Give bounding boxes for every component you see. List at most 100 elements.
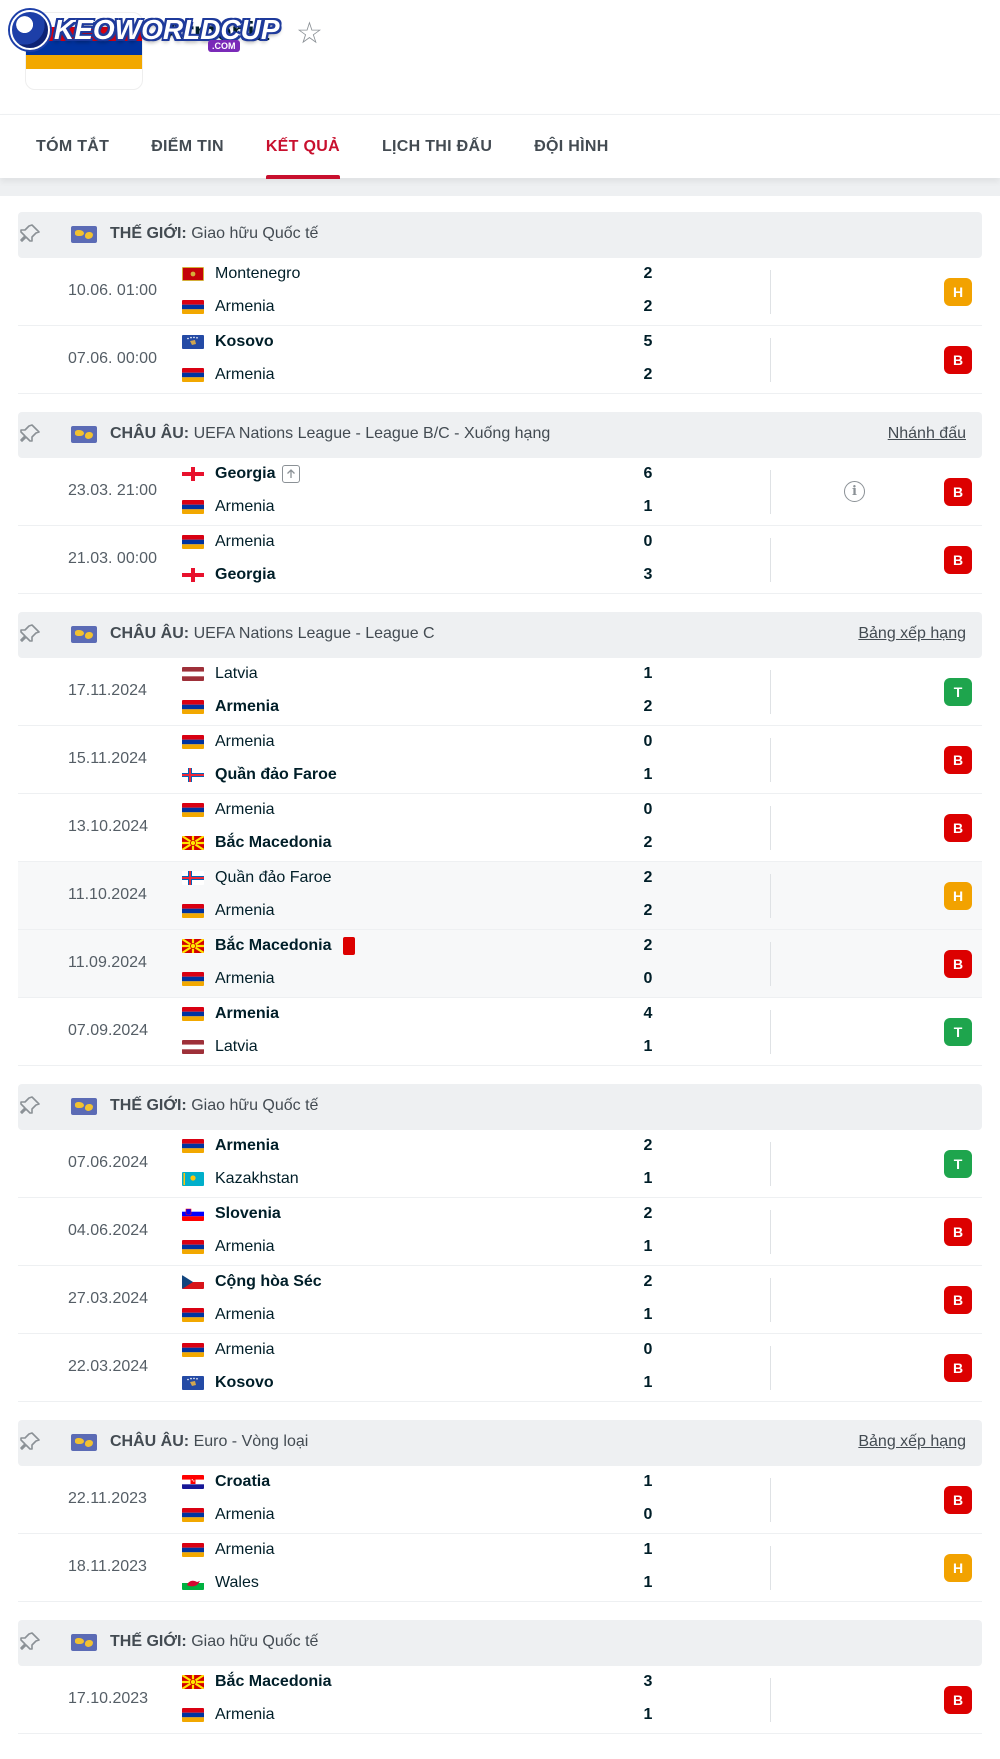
away-team-name: Kosovo: [215, 1374, 274, 1391]
away-score: 1: [643, 766, 653, 783]
advance-arrow-icon: [282, 465, 301, 483]
away-score: 1: [643, 1374, 653, 1391]
flag-icon: [182, 500, 204, 514]
league-standings-link[interactable]: Bảng xếp hạng: [858, 1433, 966, 1451]
home-team-name: Quần đảo Faroe: [215, 869, 332, 886]
home-team-name: Croatia: [215, 1473, 271, 1490]
divider: [770, 942, 771, 986]
flag-icon: [182, 667, 204, 681]
league-standings-link[interactable]: Bảng xếp hạng: [858, 625, 966, 643]
info-icon[interactable]: i: [844, 481, 865, 502]
tab-5[interactable]: ĐỘI HÌNH: [534, 115, 608, 179]
tab-4[interactable]: LỊCH THI ĐẤU: [382, 115, 492, 179]
away-team-name: Latvia: [215, 1038, 258, 1055]
away-team: Armenia: [182, 1706, 275, 1724]
match-row[interactable]: 27.03.2024 Cộng hòa Séc 2 Armenia 1 B: [18, 1266, 982, 1334]
flag-icon: [182, 300, 204, 314]
league-title[interactable]: CHÂU ÂU: UEFA Nations League - League B/…: [110, 425, 550, 443]
league-title[interactable]: CHÂU ÂU: Euro - Vòng loại: [110, 1433, 308, 1451]
league-header[interactable]: CHÂU ÂU: UEFA Nations League - League C B…: [18, 612, 982, 658]
match-date: 18.11.2023: [68, 1558, 147, 1575]
away-team-name: Wales: [215, 1574, 259, 1591]
league-title[interactable]: THẾ GIỚI: Giao hữu Quốc tế: [110, 225, 318, 243]
away-team: Georgia: [182, 566, 275, 584]
league-header[interactable]: CHÂU ÂU: UEFA Nations League - League B/…: [18, 412, 982, 458]
match-date: 07.06. 00:00: [68, 350, 157, 367]
match-row[interactable]: 15.11.2024 Armenia 0 Quần đảo Faroe 1 B: [18, 726, 982, 794]
tab-3[interactable]: KẾT QUẢ: [265, 115, 341, 179]
match-row[interactable]: 22.03.2024 Armenia 0 Kosovo 1 B: [18, 1334, 982, 1402]
pin-icon[interactable]: [18, 422, 42, 446]
away-team-name: Bắc Macedonia: [215, 834, 332, 851]
home-team: Bắc Macedonia: [182, 1673, 331, 1691]
flag-icon: [182, 467, 204, 481]
divider: [770, 538, 771, 582]
league-header[interactable]: THẾ GIỚI: Giao hữu Quốc tế: [18, 1084, 982, 1130]
match-row[interactable]: 11.09.2024 Bắc Macedonia 2 Armenia 0 B: [18, 930, 982, 998]
home-score: 0: [643, 801, 653, 818]
match-row[interactable]: 17.11.2024 Latvia 1 Armenia 2 T: [18, 658, 982, 726]
match-row[interactable]: 07.06. 00:00 Kosovo 5 Armenia 2 B: [18, 326, 982, 394]
league-region: CHÂU ÂU:: [110, 625, 190, 642]
away-team: Armenia: [182, 366, 275, 384]
match-date: 11.10.2024: [68, 886, 147, 903]
home-team: Armenia: [182, 533, 275, 551]
away-team: Armenia: [182, 1506, 275, 1524]
away-team: Armenia: [182, 298, 275, 316]
favorite-star-icon[interactable]: ☆: [296, 16, 323, 51]
match-row[interactable]: 07.09.2024 Armenia 4 Latvia 1 T: [18, 998, 982, 1066]
home-team: Armenia: [182, 1137, 279, 1155]
divider: [770, 806, 771, 850]
league-standings-link[interactable]: Nhánh đấu: [888, 425, 966, 443]
red-card-icon: [343, 937, 356, 955]
away-score: 1: [643, 1038, 653, 1055]
home-team: Bắc Macedonia: [182, 937, 356, 955]
league-region: THẾ GIỚI:: [110, 1633, 187, 1650]
home-team-name: Armenia: [215, 533, 275, 550]
match-row[interactable]: 17.10.2023 Bắc Macedonia 3 Armenia 1 B: [18, 1666, 982, 1734]
pin-icon[interactable]: [18, 1430, 42, 1454]
match-row[interactable]: 11.10.2024 Quần đảo Faroe 2 Armenia 2 H: [18, 862, 982, 930]
match-row[interactable]: 13.10.2024 Armenia 0 Bắc Macedonia 2 B: [18, 794, 982, 862]
home-team-name: Armenia: [215, 1541, 275, 1558]
league-title[interactable]: CHÂU ÂU: UEFA Nations League - League C: [110, 625, 435, 643]
match-row[interactable]: 22.11.2023 Croatia 1 Armenia 0 B: [18, 1466, 982, 1534]
away-score: 1: [643, 1238, 653, 1255]
away-score: 2: [643, 298, 653, 315]
pin-icon[interactable]: [18, 622, 42, 646]
match-row[interactable]: 18.11.2023 Armenia 1 Wales 1 H: [18, 1534, 982, 1602]
match-row[interactable]: 21.03. 00:00 Armenia 0 Georgia 3 B: [18, 526, 982, 594]
form-badge: T: [944, 1018, 972, 1046]
match-row[interactable]: 04.06.2024 Slovenia 2 Armenia 1 B: [18, 1198, 982, 1266]
away-team-name: Kazakhstan: [215, 1170, 299, 1187]
tab-1[interactable]: TÓM TẮT: [36, 115, 109, 179]
pin-icon[interactable]: [18, 1630, 42, 1654]
tab-2[interactable]: ĐIỂM TIN: [151, 115, 224, 179]
league-name: Giao hữu Quốc tế: [191, 225, 319, 242]
divider: [770, 1010, 771, 1054]
world-map-icon: [71, 1098, 97, 1115]
divider: [770, 1346, 771, 1390]
home-team-name: Slovenia: [215, 1205, 281, 1222]
league-title[interactable]: THẾ GIỚI: Giao hữu Quốc tế: [110, 1633, 318, 1651]
home-team-name: Armenia: [215, 801, 275, 818]
brand-suffix: .COM: [208, 40, 240, 52]
form-badge: H: [944, 1554, 972, 1582]
pin-icon[interactable]: [18, 222, 42, 246]
league-title[interactable]: THẾ GIỚI: Giao hữu Quốc tế: [110, 1097, 318, 1115]
home-team: Armenia: [182, 1341, 275, 1359]
league-header[interactable]: THẾ GIỚI: Giao hữu Quốc tế: [18, 1620, 982, 1666]
match-row[interactable]: 23.03. 21:00 Georgia 6 Armenia 1 i B: [18, 458, 982, 526]
league-header[interactable]: CHÂU ÂU: Euro - Vòng loại Bảng xếp hạng: [18, 1420, 982, 1466]
league-region: CHÂU ÂU:: [110, 1433, 190, 1450]
league-header[interactable]: THẾ GIỚI: Giao hữu Quốc tế: [18, 212, 982, 258]
flag-icon: [182, 1139, 204, 1153]
away-team: Bắc Macedonia: [182, 834, 331, 852]
match-row[interactable]: 07.06.2024 Armenia 2 Kazakhstan 1 T: [18, 1130, 982, 1198]
world-map-icon: [71, 1434, 97, 1451]
form-badge: B: [944, 1486, 972, 1514]
away-team: Quần đảo Faroe: [182, 766, 337, 784]
match-row[interactable]: 10.06. 01:00 Montenegro 2 Armenia 2 H: [18, 258, 982, 326]
pin-icon[interactable]: [18, 1094, 42, 1118]
away-team-name: Armenia: [215, 498, 275, 515]
